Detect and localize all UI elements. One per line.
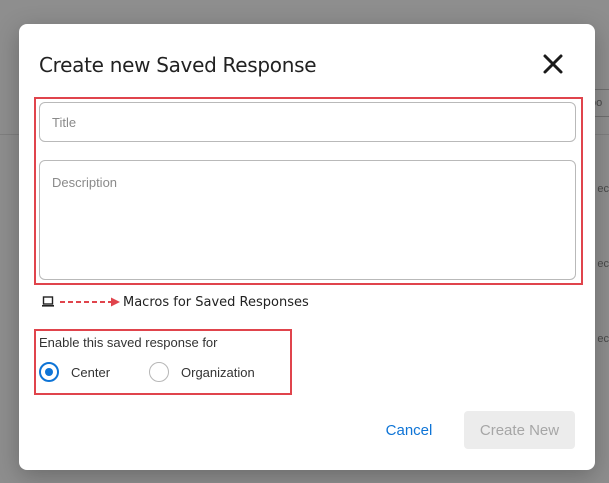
background-text: ec <box>597 183 609 195</box>
description-input[interactable] <box>39 160 576 280</box>
radio-selected-icon[interactable] <box>39 362 59 382</box>
create-new-button[interactable]: Create New <box>464 411 575 449</box>
radio-label-organization: Organization <box>181 364 255 380</box>
title-input[interactable] <box>39 102 576 142</box>
macros-annotation: Macros for Saved Responses <box>41 292 309 312</box>
laptop-icon <box>42 296 54 307</box>
close-button[interactable] <box>541 52 565 76</box>
dialog-title: Create new Saved Response <box>39 53 317 77</box>
arrow-icon <box>60 297 120 307</box>
radio-option-center[interactable]: Center <box>39 361 110 383</box>
radio-unselected-icon[interactable] <box>149 362 169 382</box>
enable-label: Enable this saved response for <box>39 335 218 350</box>
macros-label: Macros for Saved Responses <box>123 294 309 310</box>
background-text: ec <box>597 258 609 270</box>
cancel-button[interactable]: Cancel <box>375 417 443 443</box>
radio-option-organization[interactable]: Organization <box>149 361 255 383</box>
background-text: ec <box>597 333 609 345</box>
create-saved-response-dialog: Create new Saved Response Macros for Sav… <box>19 24 595 470</box>
close-icon <box>543 54 563 74</box>
radio-label-center: Center <box>71 364 111 380</box>
